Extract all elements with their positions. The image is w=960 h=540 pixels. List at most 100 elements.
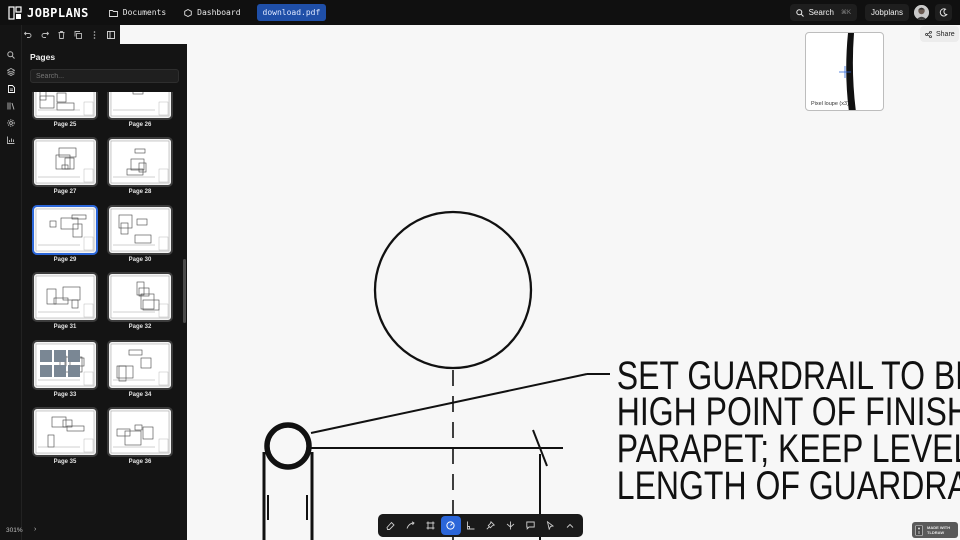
rail-library[interactable] xyxy=(0,97,22,114)
tool-comment[interactable] xyxy=(520,516,540,535)
tool-measure-circle[interactable] xyxy=(440,516,461,535)
page-thumbnail-image xyxy=(32,204,98,255)
dashboard-icon xyxy=(184,8,192,17)
page-thumbnail[interactable]: Page 36 xyxy=(107,407,173,467)
page-thumbnail[interactable]: Page 31 xyxy=(32,272,98,332)
file-tab[interactable]: download.pdf xyxy=(256,4,327,21)
made-with-text: MADE WITH TLDRAW xyxy=(927,525,950,535)
page-thumbnail-label: Page 28 xyxy=(128,189,152,195)
note-line-4: LENGTH OF GUARDRA xyxy=(617,463,960,508)
more-button[interactable] xyxy=(87,27,103,43)
page-thumbnail-label: Page 33 xyxy=(53,391,77,398)
trash-icon xyxy=(58,30,65,39)
canvas-top-strip xyxy=(120,25,187,44)
tool-angle[interactable] xyxy=(461,516,481,535)
folder-icon xyxy=(108,9,118,17)
page-thumbnail-label: Page 29 xyxy=(53,256,77,263)
rail-settings[interactable] xyxy=(0,114,22,131)
page-thumbnail-label: Page 30 xyxy=(128,256,152,263)
rail-layers[interactable] xyxy=(0,63,22,80)
undo-icon xyxy=(24,31,32,38)
page-thumbnail-image xyxy=(32,137,98,187)
detail-circle xyxy=(373,210,533,370)
search-label: Search xyxy=(808,8,834,17)
rail-search[interactable] xyxy=(0,46,22,63)
tool-pin[interactable] xyxy=(481,516,501,535)
logo[interactable]: JOBPLANS xyxy=(8,6,89,20)
angle-icon xyxy=(467,521,475,530)
copy-icon xyxy=(74,30,83,39)
share-icon xyxy=(925,30,932,38)
page-thumbnail-image xyxy=(107,137,173,187)
page-thumbnail-image xyxy=(107,407,173,457)
search-button[interactable]: Search ⌘K xyxy=(789,4,857,21)
rail-ring xyxy=(264,422,312,470)
share-button[interactable]: Share xyxy=(920,26,959,42)
loupe-label: Pixel loupe (x3) xyxy=(811,101,849,107)
library-icon xyxy=(7,102,15,110)
eraser-icon xyxy=(386,521,396,530)
tool-frame[interactable] xyxy=(421,516,441,535)
page-thumbnail-label: Page 26 xyxy=(128,121,152,128)
bar-chart-icon xyxy=(7,136,15,144)
page-thumbnail[interactable]: Page 29 xyxy=(32,204,98,265)
page-thumbnail[interactable]: Page 32 xyxy=(107,272,173,332)
page-thumbnail-label: Page 31 xyxy=(53,324,77,330)
toggle-panel-button[interactable] xyxy=(103,27,119,43)
nav-documents-label: Documents xyxy=(122,8,167,17)
undo-button[interactable] xyxy=(21,27,37,43)
tool-arrow[interactable] xyxy=(401,516,421,535)
nav-dashboard[interactable]: Dashboard xyxy=(178,4,246,21)
tool-scale[interactable] xyxy=(500,516,520,535)
curved-arrow-icon xyxy=(406,521,416,529)
rail-pages[interactable] xyxy=(0,80,22,97)
page-thumbnail[interactable]: Page 28 xyxy=(107,137,173,197)
user-avatar-icon xyxy=(914,5,929,20)
page-thumbnail-label: Page 25 xyxy=(53,121,77,128)
tool-more[interactable] xyxy=(560,516,580,535)
loupe-view xyxy=(839,33,856,110)
page-thumbnail[interactable]: Page 35 xyxy=(32,407,98,467)
avatar[interactable] xyxy=(914,5,929,20)
tldraw-icon xyxy=(915,524,923,536)
moon-icon xyxy=(939,8,948,17)
sidebar-icon xyxy=(107,30,116,39)
rail-analytics[interactable] xyxy=(0,131,22,148)
page-thumbnail-label: Page 32 xyxy=(128,324,152,330)
tool-eraser[interactable] xyxy=(381,516,401,535)
workspace-button[interactable]: Jobplans xyxy=(864,4,909,21)
page-thumbnail-label: Page 35 xyxy=(53,459,77,465)
delete-button[interactable] xyxy=(54,27,70,43)
layers-icon xyxy=(7,67,15,76)
made-with-badge[interactable]: MADE WITH TLDRAW xyxy=(912,522,958,538)
duplicate-button[interactable] xyxy=(70,27,86,43)
search-icon xyxy=(7,50,15,59)
chevron-right-icon[interactable]: › xyxy=(34,526,36,533)
drawing-toolbar xyxy=(378,514,583,537)
pages-title: Pages xyxy=(30,52,56,62)
page-thumbnail[interactable]: Page 30 xyxy=(107,204,173,265)
nav-documents[interactable]: Documents xyxy=(103,4,172,21)
made-with-line-2: TLDRAW xyxy=(927,530,945,535)
pin-icon xyxy=(486,521,495,530)
zoom-level[interactable]: 301% xyxy=(6,527,23,534)
page-thumbnail[interactable]: Page 34 xyxy=(107,339,173,400)
tool-select[interactable] xyxy=(540,516,560,535)
page-thumbnail[interactable]: Page 33 xyxy=(32,339,98,400)
pages-scrollbar[interactable] xyxy=(183,259,186,323)
page-thumbnail-label: Page 34 xyxy=(128,391,152,398)
more-vertical-icon xyxy=(93,30,96,39)
logo-icon xyxy=(8,5,22,20)
search-shortcut: ⌘K xyxy=(840,10,851,16)
pages-search-input[interactable] xyxy=(30,69,179,83)
leader-line xyxy=(310,373,588,434)
page-thumbnail-image xyxy=(32,407,98,457)
theme-toggle-button[interactable] xyxy=(935,4,952,21)
frame-icon xyxy=(426,521,435,530)
redo-button[interactable] xyxy=(37,27,53,43)
page-thumbnail-image xyxy=(107,272,173,322)
thumbnail-list[interactable]: Page 23Page 24Page 25Page 26Page 27Page … xyxy=(22,44,182,540)
pages-panel: Page 23Page 24Page 25Page 26Page 27Page … xyxy=(22,44,187,540)
page-thumbnail-image xyxy=(107,204,173,255)
page-thumbnail[interactable]: Page 27 xyxy=(32,137,98,197)
